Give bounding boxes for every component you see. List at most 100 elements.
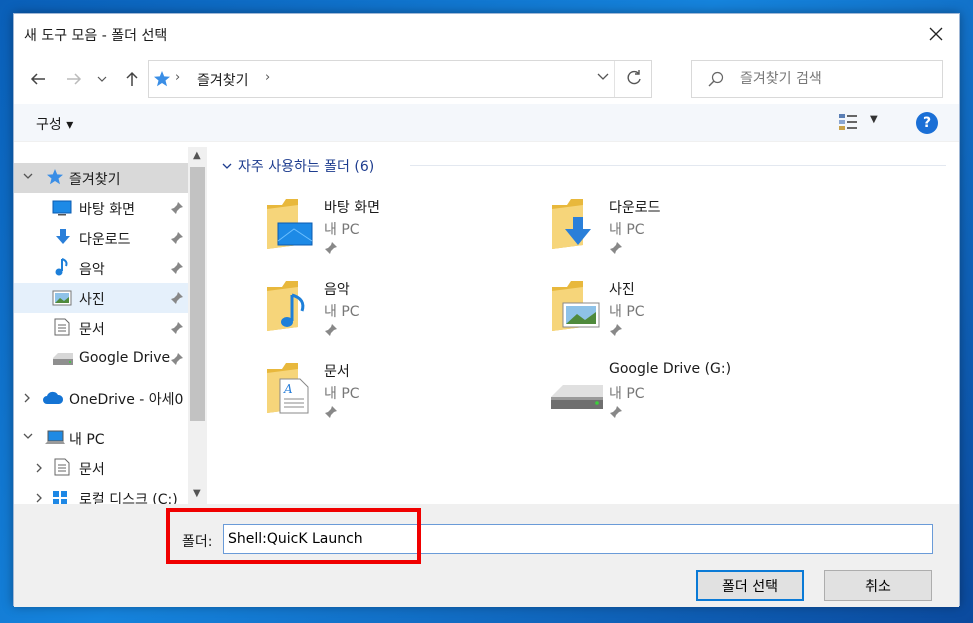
- chevron-right-icon[interactable]: ›: [265, 70, 270, 85]
- organize-button[interactable]: 구성 ▾: [36, 114, 73, 134]
- view-options-icon[interactable]: [838, 113, 858, 131]
- chevron-right-icon[interactable]: [34, 492, 44, 504]
- select-folder-button[interactable]: 폴더 선택: [696, 570, 804, 601]
- address-bar[interactable]: › 즐겨찾기 ›: [148, 60, 652, 98]
- download-icon: [56, 229, 70, 244]
- navigation-bar: › 즐겨찾기 ›: [14, 54, 959, 104]
- tile-location: 내 PC: [609, 386, 645, 402]
- divider: [410, 165, 946, 166]
- documents-icon: [54, 318, 70, 336]
- back-button[interactable]: [26, 66, 50, 92]
- sidebar-item-label: 즐겨찾기: [69, 172, 121, 188]
- pin-icon: [325, 324, 337, 336]
- folder-tile-documents[interactable]: A 문서 내 PC: [264, 359, 544, 429]
- documents-icon: [54, 458, 70, 476]
- pin-icon: [171, 292, 183, 304]
- scroll-down-icon[interactable]: ▼: [193, 488, 201, 499]
- chevron-right-icon[interactable]: [34, 462, 44, 474]
- drive-icon: [53, 353, 73, 365]
- scrollbar-thumb[interactable]: [190, 167, 205, 421]
- folder-select-dialog: 새 도구 모음 - 폴더 선택 › 즐겨찾기 › 즐겨찾기 검색 구성 ▾ ▼ …: [13, 13, 960, 607]
- search-input[interactable]: [740, 69, 930, 89]
- tile-name: 바탕 화면: [324, 200, 380, 216]
- tile-location: 내 PC: [324, 304, 360, 320]
- sidebar-item-label: 내 PC: [69, 432, 105, 448]
- chevron-down-icon[interactable]: [22, 170, 34, 182]
- windows-disk-icon: [53, 491, 67, 504]
- sidebar-item-onedrive[interactable]: OneDrive - 아세0: [14, 383, 188, 413]
- sidebar-item-pictures[interactable]: 사진: [14, 283, 188, 313]
- downloads-folder-icon: [552, 199, 591, 249]
- sidebar-scrollbar[interactable]: ▲ ▼: [188, 147, 207, 504]
- window-title: 새 도구 모음 - 폴더 선택: [24, 28, 168, 44]
- desktop-folder-icon: [267, 199, 313, 249]
- music-folder-icon: [267, 281, 305, 331]
- chevron-right-icon[interactable]: [22, 392, 32, 404]
- help-button[interactable]: ?: [916, 112, 938, 134]
- sidebar-item-local-disk[interactable]: 로컬 디스크 (C:): [14, 483, 188, 504]
- chevron-right-icon: ›: [175, 70, 181, 85]
- file-list: 자주 사용하는 폴더 (6) 바탕 화면 내 PC 다운로드 내 PC 음악 내…: [210, 147, 959, 504]
- sidebar-item-favorites[interactable]: 즐겨찾기: [14, 163, 188, 193]
- cancel-button[interactable]: 취소: [824, 570, 932, 601]
- sidebar-item-downloads[interactable]: 다운로드: [14, 223, 188, 253]
- sidebar-item-label: 바탕 화면: [79, 202, 135, 218]
- chevron-down-icon[interactable]: [22, 430, 34, 442]
- search-box[interactable]: [691, 60, 943, 98]
- sidebar-item-music[interactable]: 음악: [14, 253, 188, 283]
- search-icon: [708, 71, 724, 87]
- folder-tile-music[interactable]: 음악 내 PC: [264, 277, 544, 347]
- highlight-annotation: [166, 508, 421, 564]
- sidebar-item-pc-documents[interactable]: 문서: [14, 453, 188, 483]
- sidebar-item-label: 문서: [79, 462, 105, 478]
- folder-tile-downloads[interactable]: 다운로드 내 PC: [549, 195, 829, 265]
- breadcrumb[interactable]: 즐겨찾기: [197, 70, 249, 90]
- view-dropdown-icon[interactable]: ▼: [870, 114, 878, 125]
- pin-icon: [171, 322, 183, 334]
- tile-name: 음악: [324, 282, 350, 298]
- tile-name: 사진: [609, 282, 635, 298]
- pin-icon: [171, 262, 183, 274]
- close-button[interactable]: [913, 14, 959, 54]
- sidebar-item-label: OneDrive - 아세0: [69, 392, 184, 408]
- folder-tile-desktop[interactable]: 바탕 화면 내 PC: [264, 195, 544, 265]
- navigation-pane: 즐겨찾기 바탕 화면 다운로드 음악 사진 문서 Google Drive On…: [14, 147, 207, 504]
- chevron-down-icon[interactable]: [597, 73, 609, 81]
- forward-button[interactable]: [62, 66, 86, 92]
- sidebar-item-this-pc[interactable]: 내 PC: [14, 423, 188, 453]
- up-button[interactable]: [120, 66, 144, 92]
- recent-locations-button[interactable]: [94, 66, 110, 92]
- pin-icon: [610, 242, 622, 254]
- up-arrow-icon: [126, 71, 138, 86]
- sidebar-item-label: 문서: [79, 322, 105, 338]
- svg-text:A: A: [283, 382, 293, 396]
- pin-icon: [325, 242, 337, 254]
- scroll-up-icon[interactable]: ▲: [193, 150, 201, 161]
- sidebar-item-documents[interactable]: 문서: [14, 313, 188, 343]
- folder-tile-pictures[interactable]: 사진 내 PC: [549, 277, 829, 347]
- refresh-icon[interactable]: [625, 69, 643, 87]
- sidebar-item-desktop[interactable]: 바탕 화면: [14, 193, 188, 223]
- star-icon: [47, 169, 63, 185]
- toolbar: 구성 ▾ ▼ ?: [14, 104, 959, 142]
- music-icon: [55, 258, 68, 276]
- pc-icon: [45, 430, 65, 444]
- tile-name: 문서: [324, 364, 350, 380]
- pin-icon: [325, 406, 337, 418]
- forward-arrow-icon: [67, 73, 82, 85]
- pin-icon: [171, 353, 183, 365]
- back-arrow-icon: [30, 73, 45, 85]
- group-header[interactable]: 자주 사용하는 폴더 (6): [222, 156, 374, 176]
- close-icon: [929, 27, 943, 41]
- chevron-down-icon: [97, 76, 107, 82]
- tile-name: 다운로드: [609, 200, 661, 216]
- tile-location: 내 PC: [609, 304, 645, 320]
- sidebar-item-label: 사진: [79, 292, 105, 308]
- sidebar-item-label: 음악: [79, 262, 105, 278]
- pictures-icon: [52, 290, 72, 306]
- folder-tile-google-drive[interactable]: Google Drive (G:) 내 PC: [549, 359, 829, 429]
- sidebar-item-google-drive[interactable]: Google Drive: [14, 344, 188, 374]
- chevron-down-icon: [222, 163, 232, 169]
- drive-icon: [551, 385, 603, 409]
- pin-icon: [171, 202, 183, 214]
